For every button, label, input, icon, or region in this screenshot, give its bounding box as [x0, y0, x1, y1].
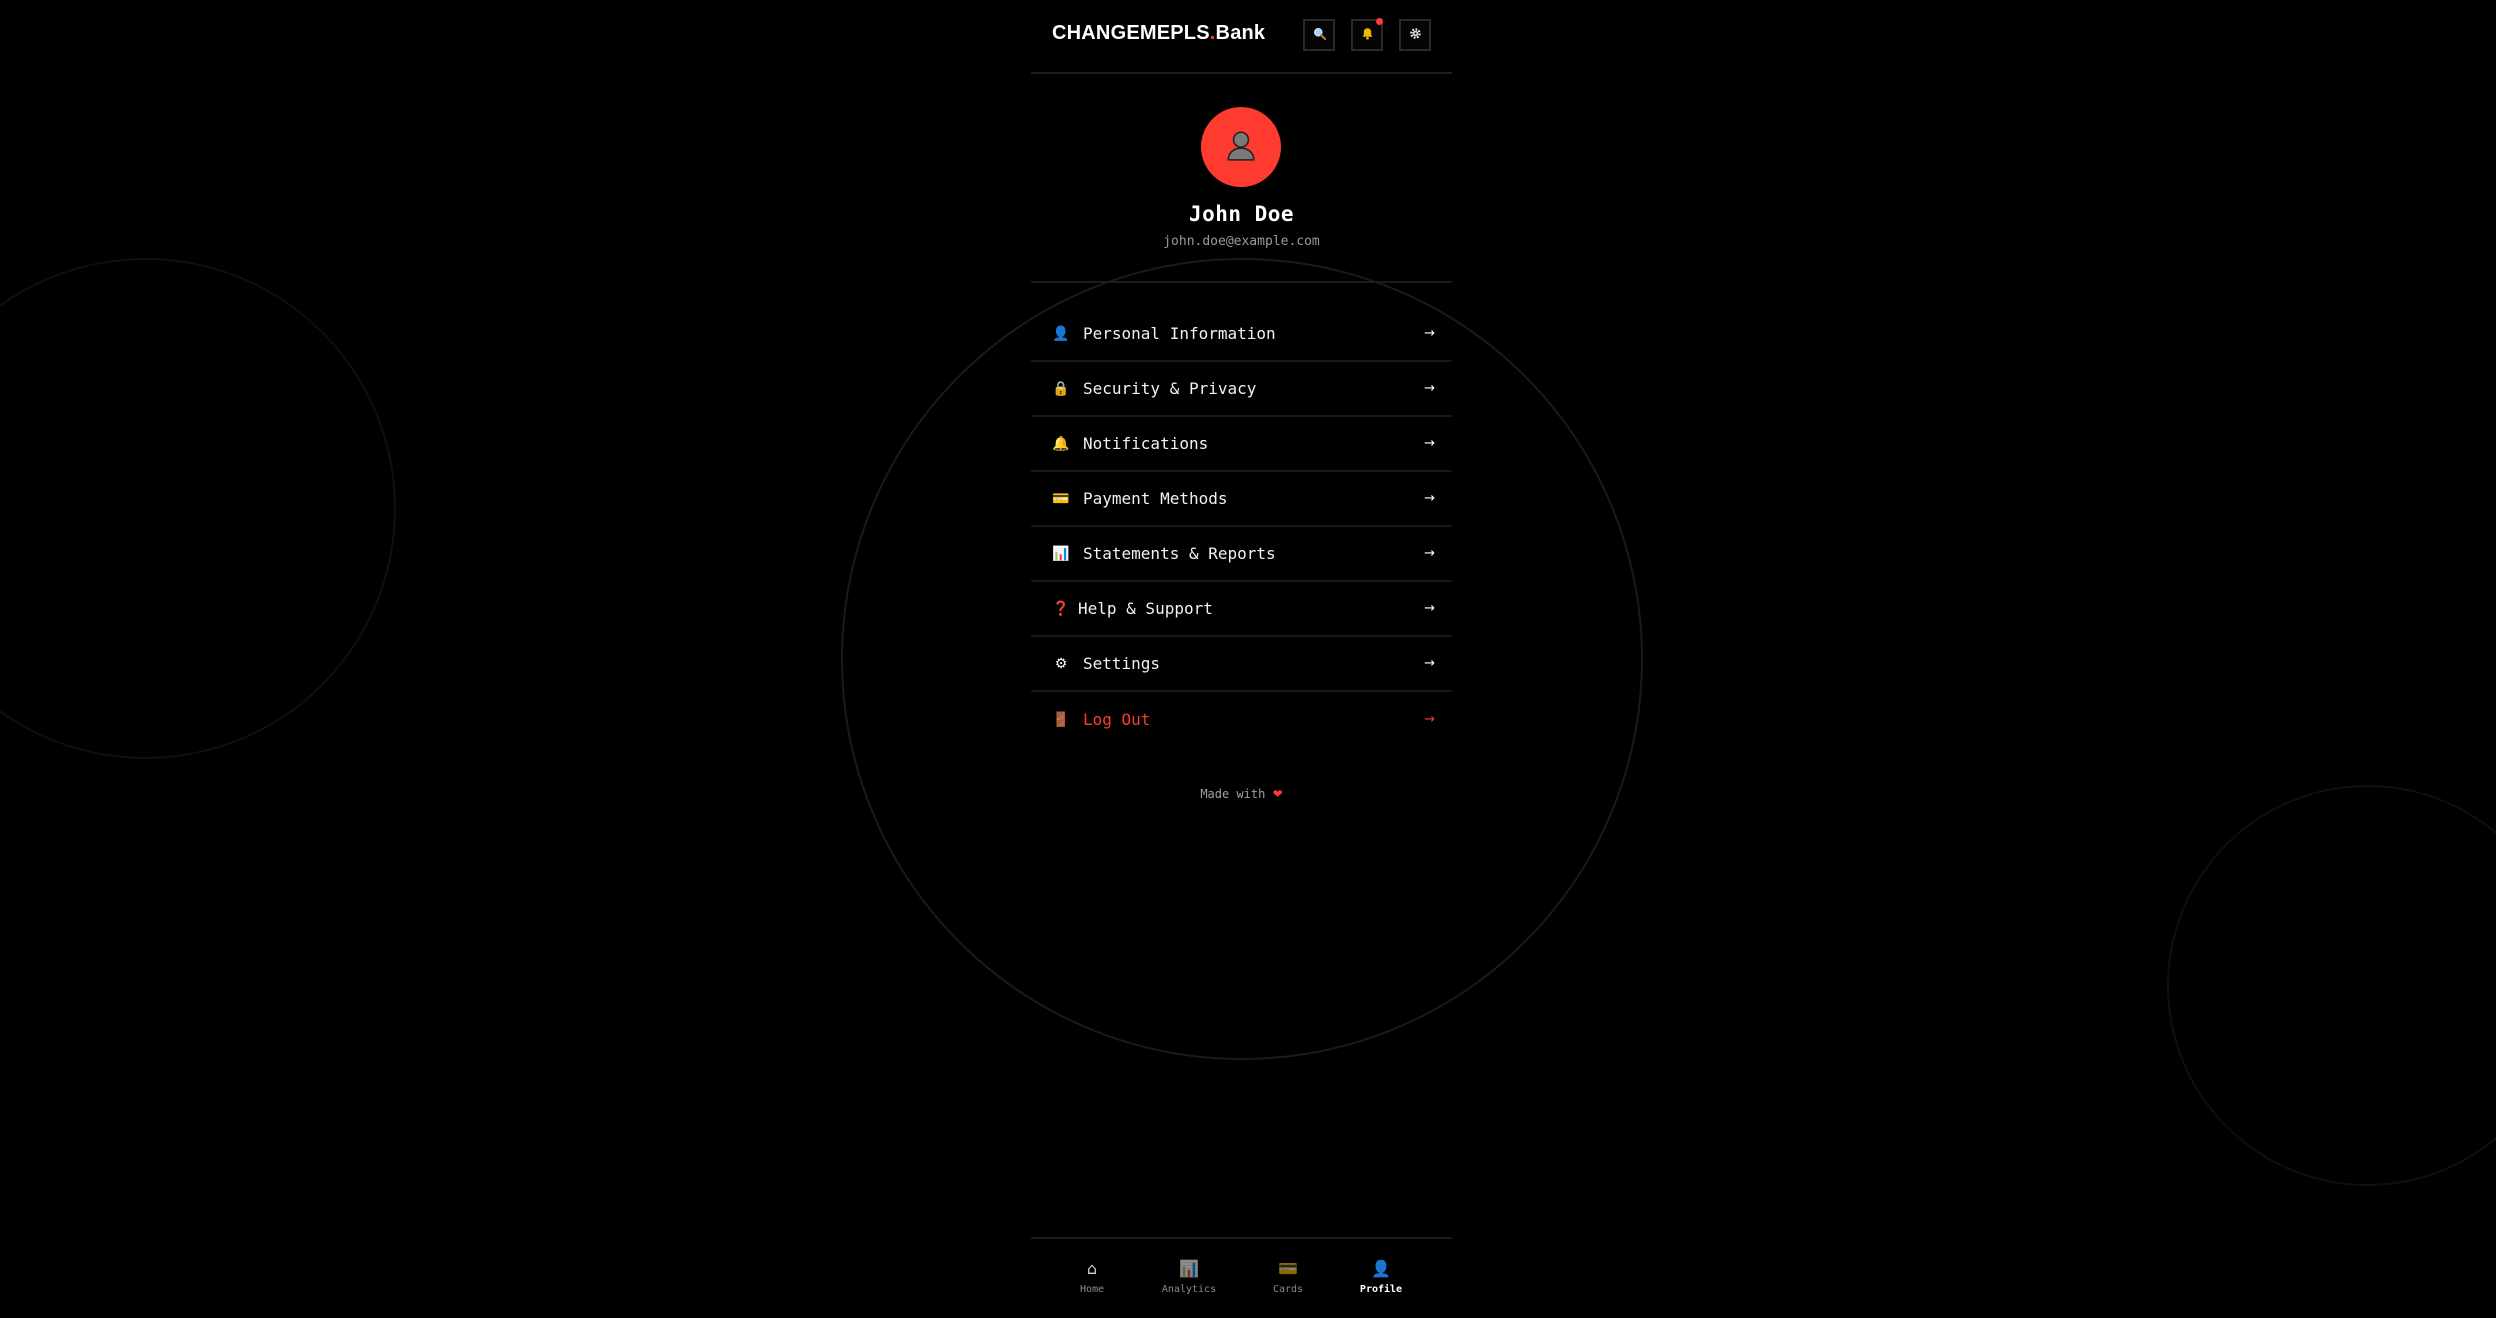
nav-tab-home[interactable]: ⌂ Home	[1057, 1259, 1127, 1295]
bottom-navigation: ⌂ Home 📊 Analytics 💳 Cards 👤 Profile	[1031, 1237, 1452, 1318]
arrow-right-icon: →	[1424, 712, 1435, 727]
menu-item-label: Statements & Reports	[1083, 544, 1276, 563]
menu-item-personal-information[interactable]: 👤 Personal Information →	[1031, 307, 1452, 362]
user-icon: 👤	[1371, 1259, 1391, 1278]
menu-item-security-privacy[interactable]: 🔒 Security & Privacy →	[1031, 362, 1452, 417]
top-header: CHANGEMEPLS.Bank	[1031, 0, 1452, 74]
arrow-right-icon: →	[1424, 656, 1435, 671]
door-icon: 🚪	[1052, 711, 1070, 728]
nav-tab-analytics[interactable]: 📊 Analytics	[1154, 1259, 1224, 1295]
bar-chart-icon: 📊	[1052, 545, 1070, 562]
notifications-button[interactable]	[1351, 18, 1383, 51]
settings-button[interactable]	[1399, 19, 1431, 51]
menu-item-help-support[interactable]: ❓ Help & Support →	[1031, 582, 1452, 637]
user-icon: 👤	[1052, 325, 1070, 342]
menu-item-label: Payment Methods	[1083, 489, 1228, 508]
brand-logo[interactable]: CHANGEMEPLS.Bank	[1052, 22, 1265, 45]
nav-tab-profile[interactable]: 👤 Profile	[1346, 1259, 1416, 1295]
menu-item-payment-methods[interactable]: 💳 Payment Methods →	[1031, 472, 1452, 527]
menu-item-label: Help & Support	[1078, 599, 1213, 618]
profile-email: john.doe@example.com	[1163, 234, 1320, 249]
gear-icon: ⚙	[1054, 655, 1068, 672]
app-container: CHANGEMEPLS.Bank John Doe john.doe@examp…	[1031, 0, 1452, 1318]
menu-item-label: Personal Information	[1083, 324, 1276, 343]
menu-item-label: Log Out	[1083, 710, 1151, 729]
menu-item-label: Settings	[1083, 654, 1161, 673]
nav-tab-label: Home	[1079, 1284, 1105, 1295]
credit-card-icon: 💳	[1052, 490, 1070, 507]
gear-icon	[1409, 27, 1422, 44]
nav-tab-cards[interactable]: 💳 Cards	[1253, 1259, 1323, 1295]
menu-item-settings[interactable]: ⚙ Settings →	[1031, 637, 1452, 692]
arrow-right-icon: →	[1424, 326, 1435, 341]
home-icon: ⌂	[1086, 1259, 1098, 1278]
credit-card-icon: 💳	[1278, 1259, 1298, 1278]
user-silhouette-icon	[1224, 128, 1258, 166]
profile-section: John Doe john.doe@example.com	[1031, 74, 1452, 283]
nav-tab-label: Analytics	[1161, 1284, 1217, 1295]
avatar[interactable]	[1201, 107, 1281, 187]
heart-icon: ❤	[1272, 787, 1283, 801]
arrow-right-icon: →	[1424, 381, 1435, 396]
menu-item-label: Notifications	[1083, 434, 1209, 453]
bar-chart-icon: 📊	[1179, 1259, 1199, 1278]
lock-icon: 🔒	[1052, 380, 1070, 397]
nav-tab-label: Profile	[1359, 1284, 1403, 1295]
nav-tab-label: Cards	[1272, 1284, 1304, 1295]
made-with-text: Made with	[1200, 787, 1266, 801]
menu-item-statements-reports[interactable]: 📊 Statements & Reports →	[1031, 527, 1452, 582]
profile-name: John Doe	[1188, 202, 1295, 226]
background-circle-left	[0, 258, 396, 759]
brand-suffix: Bank	[1215, 22, 1266, 44]
menu-item-notifications[interactable]: 🔔 Notifications →	[1031, 417, 1452, 472]
background-circle-right	[2167, 785, 2496, 1186]
menu-item-label: Security & Privacy	[1083, 379, 1257, 398]
question-icon: ❓	[1052, 600, 1070, 617]
arrow-right-icon: →	[1424, 546, 1435, 561]
settings-menu: 👤 Personal Information → 🔒 Security & Pr…	[1031, 307, 1452, 747]
brand-name: CHANGEMEPLS	[1052, 22, 1210, 44]
search-icon	[1313, 27, 1326, 44]
bell-icon	[1361, 27, 1374, 44]
arrow-right-icon: →	[1424, 601, 1435, 616]
notification-badge	[1376, 18, 1383, 25]
menu-item-log-out[interactable]: 🚪 Log Out →	[1031, 692, 1452, 747]
bell-icon: 🔔	[1052, 435, 1070, 452]
made-with-note: Made with ❤	[1031, 787, 1452, 801]
search-button[interactable]	[1303, 19, 1335, 51]
arrow-right-icon: →	[1424, 491, 1435, 506]
arrow-right-icon: →	[1424, 436, 1435, 451]
